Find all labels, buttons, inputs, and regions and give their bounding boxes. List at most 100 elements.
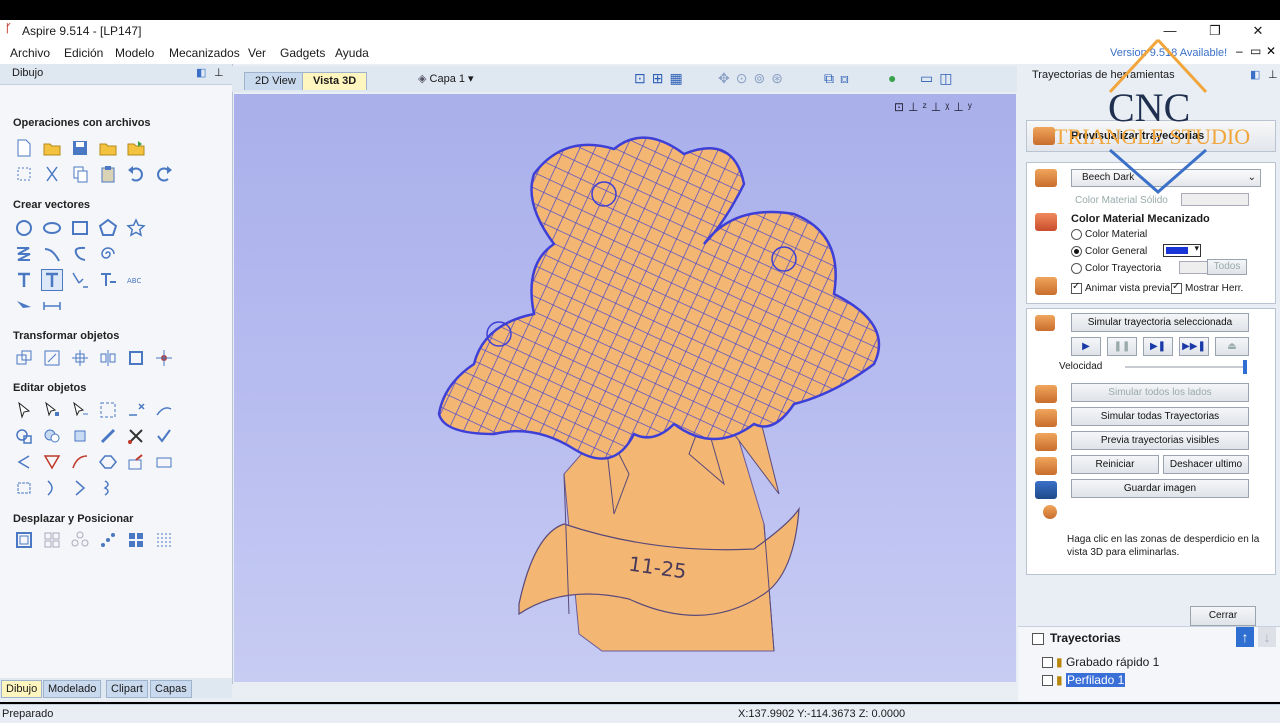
text-on-curve-icon[interactable] bbox=[41, 269, 63, 291]
smooth-icon[interactable] bbox=[70, 452, 90, 472]
vee-icon[interactable] bbox=[42, 452, 62, 472]
cut-icon[interactable] bbox=[42, 164, 62, 184]
toolpaths-visibility-checkbox[interactable] bbox=[1032, 633, 1044, 645]
circle-icon[interactable] bbox=[14, 218, 34, 238]
layer-dropdown[interactable]: ◈ Capa 1 ▾ bbox=[418, 72, 474, 85]
fill-pattern-icon[interactable] bbox=[154, 530, 174, 550]
tab-3d-view[interactable]: Vista 3D bbox=[302, 72, 368, 90]
menu-mecanizados[interactable]: Mecanizados bbox=[169, 46, 240, 60]
nesting-icon[interactable] bbox=[126, 530, 146, 550]
text-fit-icon[interactable] bbox=[98, 270, 118, 290]
copy-icon[interactable] bbox=[70, 164, 90, 184]
size-icon[interactable] bbox=[126, 348, 146, 368]
speed-slider[interactable] bbox=[1125, 360, 1247, 374]
undo-last-button[interactable]: Deshacer ultimo bbox=[1163, 455, 1249, 474]
weld-icon[interactable] bbox=[14, 426, 34, 446]
toolpath-check[interactable] bbox=[1042, 657, 1053, 669]
reset-button[interactable]: Reiniciar bbox=[1071, 455, 1159, 474]
menu-ver[interactable]: Ver bbox=[248, 46, 266, 60]
autolayout-text-icon[interactable] bbox=[70, 270, 90, 290]
spiral-icon[interactable] bbox=[98, 244, 118, 264]
join-check-icon[interactable] bbox=[154, 426, 174, 446]
position-frame-icon[interactable] bbox=[14, 530, 34, 550]
layout-icons[interactable]: ▭◫ bbox=[920, 70, 958, 87]
3d-viewport[interactable]: ⊡⊥ᶻ⊥ᵡ⊥ʸ 11-25 bbox=[234, 94, 1016, 682]
tab-2d-view[interactable]: 2D View bbox=[244, 72, 307, 90]
view-icons-group-3[interactable]: ⧉⧈ bbox=[824, 70, 855, 87]
lighting-icon[interactable]: ● bbox=[888, 70, 896, 86]
array-copy-icon[interactable] bbox=[42, 530, 62, 550]
tab-capas[interactable]: Capas bbox=[150, 680, 192, 698]
paste-icon[interactable] bbox=[98, 164, 118, 184]
menu-ayuda[interactable]: Ayuda bbox=[335, 46, 369, 60]
scissors-icon[interactable] bbox=[126, 426, 146, 446]
simulate-all-toolpaths-button[interactable]: Simular todas Trayectorias bbox=[1071, 407, 1249, 426]
preview-visible-button[interactable]: Previa trayectorias visibles bbox=[1071, 431, 1249, 450]
view-icons-group-2[interactable]: ✥⊙⊚⊛ bbox=[718, 70, 789, 87]
move-up-button[interactable]: ↑ bbox=[1236, 627, 1254, 647]
simulate-all-sides-button[interactable]: Simular todos los lados bbox=[1071, 383, 1249, 402]
radio-color-material[interactable]: Color Material bbox=[1071, 229, 1147, 240]
abc-text-icon[interactable]: ABC bbox=[126, 270, 146, 290]
toolpath-color-picker[interactable] bbox=[1179, 261, 1209, 274]
toolpath-check[interactable] bbox=[1042, 675, 1053, 687]
move-down-button[interactable]: ↓ bbox=[1258, 627, 1276, 647]
select-pointer-icon[interactable] bbox=[14, 400, 34, 420]
todos-button[interactable]: Todos bbox=[1207, 259, 1247, 275]
close-panel-button[interactable]: Cerrar bbox=[1190, 606, 1256, 626]
node-edit-icon[interactable] bbox=[42, 400, 62, 420]
fillet-icon[interactable] bbox=[126, 452, 146, 472]
bezier-fit-icon[interactable] bbox=[98, 478, 118, 498]
tab-clipart[interactable]: Clipart bbox=[106, 680, 148, 698]
speed-slider-thumb[interactable] bbox=[1243, 360, 1247, 374]
save-icon[interactable] bbox=[70, 138, 90, 158]
overlap-icon[interactable] bbox=[98, 426, 118, 446]
circular-array-icon[interactable] bbox=[70, 530, 90, 550]
measure-icon[interactable] bbox=[42, 296, 62, 316]
menu-archivo[interactable]: Archivo bbox=[10, 46, 50, 60]
curve-fit-icon[interactable] bbox=[42, 478, 62, 498]
step-button[interactable]: ▶❚ bbox=[1143, 337, 1173, 356]
show-tool-checkbox[interactable]: Mostrar Herr. bbox=[1171, 281, 1243, 294]
pause-button[interactable]: ❚❚ bbox=[1107, 337, 1137, 356]
star-icon[interactable] bbox=[126, 218, 146, 238]
dimension-icon[interactable] bbox=[14, 296, 34, 316]
new-file-icon[interactable] bbox=[14, 138, 34, 158]
toolpath-item[interactable]: ▮ Grabado rápido 1 bbox=[1042, 655, 1159, 669]
menu-gadgets[interactable]: Gadgets bbox=[280, 46, 325, 60]
text-icon[interactable] bbox=[14, 270, 34, 290]
undo-icon[interactable] bbox=[126, 164, 146, 184]
transform-select-icon[interactable] bbox=[70, 400, 90, 420]
simulate-selected-button[interactable]: Simular trayectoria seleccionada bbox=[1071, 313, 1249, 332]
view-orientation-icons[interactable]: ⊡⊥ᶻ⊥ᵡ⊥ʸ bbox=[894, 100, 976, 114]
extend-icon[interactable] bbox=[154, 452, 174, 472]
view-icons-group-1[interactable]: ⊡⊞▦ bbox=[634, 70, 689, 87]
rectangle-icon[interactable] bbox=[70, 218, 90, 238]
open-folder-icon[interactable] bbox=[42, 138, 62, 158]
ellipse-icon[interactable] bbox=[42, 218, 62, 238]
import-bitmap-icon[interactable] bbox=[126, 138, 146, 158]
fast-forward-button[interactable]: ▶▶❚ bbox=[1179, 337, 1209, 356]
subtract-icon[interactable] bbox=[42, 426, 62, 446]
pin-icon[interactable]: ⊥ bbox=[214, 66, 224, 79]
polyline-icon[interactable] bbox=[14, 244, 34, 264]
save-image-button[interactable]: Guardar imagen bbox=[1071, 479, 1249, 498]
arc-fit-icon[interactable] bbox=[70, 478, 90, 498]
align-icon[interactable] bbox=[154, 348, 174, 368]
menu-edicion[interactable]: Edición bbox=[64, 46, 103, 60]
radio-color-general[interactable]: Color General bbox=[1071, 246, 1147, 257]
curve-edit-icon[interactable] bbox=[14, 452, 34, 472]
menu-modelo[interactable]: Modelo bbox=[115, 46, 154, 60]
play-button[interactable]: ▶ bbox=[1071, 337, 1101, 356]
trim-delete-icon[interactable] bbox=[126, 400, 146, 420]
move-icon[interactable] bbox=[14, 348, 34, 368]
close-vectors-icon[interactable] bbox=[14, 478, 34, 498]
toolpath-item[interactable]: ▮ Perfilado 1 bbox=[1042, 673, 1126, 687]
intersect-icon[interactable] bbox=[70, 426, 90, 446]
end-button[interactable]: ⏏ bbox=[1215, 337, 1249, 356]
general-color-picker[interactable]: ▾ bbox=[1163, 243, 1201, 257]
animate-preview-checkbox[interactable]: Animar vista previa bbox=[1071, 281, 1170, 294]
interactive-trim-icon[interactable] bbox=[98, 400, 118, 420]
scale-icon[interactable] bbox=[42, 348, 62, 368]
copy-along-vectors-icon[interactable] bbox=[98, 530, 118, 550]
